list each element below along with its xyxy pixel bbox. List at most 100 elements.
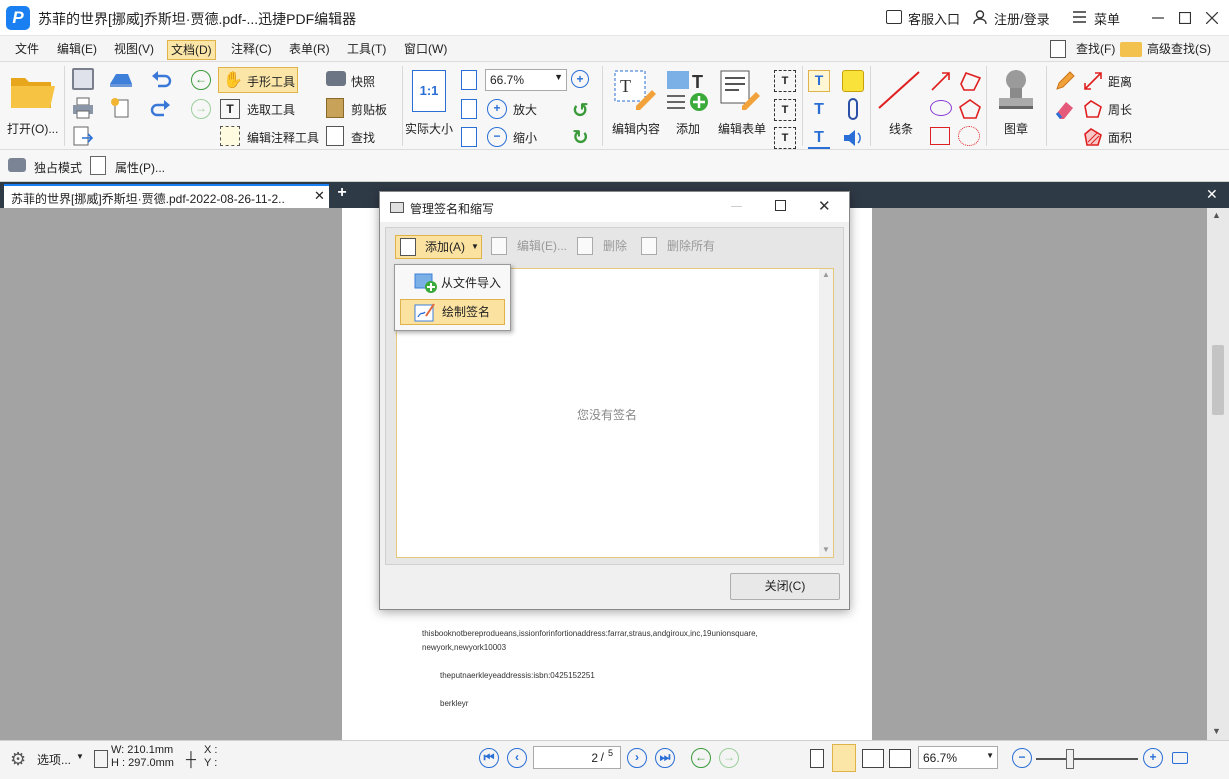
scroll-thumb[interactable] — [1212, 345, 1224, 415]
prev-page-icon[interactable]: ‹ — [507, 748, 527, 768]
back-icon[interactable]: ← — [191, 70, 211, 90]
menu-window[interactable]: 窗口(W) — [402, 40, 449, 60]
status-zoom-out-icon[interactable]: − — [1012, 748, 1032, 768]
delete-signature-button[interactable]: 删除 — [577, 235, 629, 259]
dialog-close-button[interactable]: ✕ — [818, 197, 831, 215]
sound-icon[interactable] — [842, 127, 864, 149]
scroll-down-icon[interactable]: ▼ — [1212, 726, 1221, 736]
actual-size-icon[interactable]: 1:1 — [412, 70, 446, 112]
rotate-right-icon[interactable]: ↻ — [572, 125, 589, 150]
export-icon[interactable] — [72, 126, 94, 148]
typewriter-icon[interactable]: T — [808, 70, 830, 92]
redo-icon[interactable] — [150, 97, 172, 119]
fullscreen-icon[interactable] — [1172, 752, 1188, 764]
print-icon[interactable] — [72, 97, 94, 119]
save-icon[interactable] — [72, 68, 94, 90]
line-button[interactable]: 线条 — [889, 120, 913, 137]
list-scrollbar[interactable]: ▲ ▼ — [819, 269, 833, 557]
undo-icon[interactable] — [150, 68, 172, 90]
options-button[interactable]: 选项... — [37, 751, 71, 768]
zoom-in-icon[interactable]: + — [487, 99, 507, 119]
first-page-icon[interactable]: ⏮ — [479, 748, 499, 768]
close-tab-icon[interactable]: ✕ — [314, 188, 325, 204]
chevron-down-icon[interactable]: ▼ — [76, 752, 84, 761]
folder-search-icon[interactable] — [1120, 42, 1142, 57]
delete-all-signatures-button[interactable]: 删除所有 — [641, 235, 721, 259]
history-forward-icon[interactable]: → — [719, 748, 739, 768]
strikeout-text-icon[interactable]: T — [808, 99, 830, 121]
last-page-icon[interactable]: ⏭ — [655, 748, 675, 768]
select-tool-button[interactable]: 选取工具 — [247, 101, 295, 118]
zoom-combobox[interactable]: 66.7% ▼ — [485, 69, 567, 91]
fit-page-icon[interactable] — [461, 70, 477, 90]
menu-view[interactable]: 视图(V) — [112, 40, 156, 60]
pencil-icon[interactable] — [1054, 70, 1076, 92]
note-icon[interactable] — [842, 70, 864, 92]
open-button[interactable]: 打开(O)... — [7, 120, 58, 137]
perimeter-icon[interactable] — [1082, 98, 1104, 120]
open-folder-icon[interactable] — [10, 72, 55, 112]
distance-icon[interactable] — [1082, 70, 1104, 92]
text-field-icon[interactable]: T — [774, 70, 796, 92]
minimize-button[interactable] — [1145, 6, 1171, 30]
menu-tools[interactable]: 工具(T) — [345, 40, 388, 60]
advanced-find-button[interactable]: 高级查找(S) — [1145, 40, 1213, 60]
continuous-page-icon[interactable] — [832, 744, 856, 772]
underline-text-icon[interactable]: T — [808, 127, 830, 149]
menu-file[interactable]: 文件 — [13, 40, 41, 60]
import-from-file-item[interactable]: 从文件导入 — [400, 271, 505, 297]
single-page-icon[interactable] — [810, 749, 824, 768]
hamburger-icon[interactable] — [1073, 11, 1086, 23]
area-icon[interactable] — [1082, 126, 1104, 148]
login-link[interactable]: 注册/登录 — [994, 9, 1050, 28]
edit-content-icon[interactable]: T — [614, 70, 656, 110]
dialog-close-action-button[interactable]: 关闭(C) — [730, 573, 840, 600]
menu-document[interactable]: 文档(D) — [167, 40, 216, 60]
draw-signature-item[interactable]: 绘制签名 — [400, 299, 505, 325]
scroll-up-icon[interactable]: ▲ — [822, 270, 830, 279]
maximize-button[interactable] — [1172, 6, 1198, 30]
zoom-search-icon[interactable]: + — [571, 70, 589, 88]
document-tab[interactable]: 苏菲的世界[挪威]乔斯坦·贾德.pdf-2022-08-26-11-2.. ✕ — [4, 184, 329, 208]
fit-width-icon[interactable] — [461, 99, 477, 119]
cloud-icon[interactable] — [108, 68, 132, 90]
edit-signature-button[interactable]: 编辑(E)... — [491, 235, 567, 259]
ellipse-icon[interactable] — [930, 100, 952, 116]
close-window-button[interactable] — [1199, 6, 1225, 30]
zoom-in-button[interactable]: 放大 — [513, 101, 537, 118]
stamp-button[interactable]: 图章 — [1004, 120, 1028, 137]
rotate-left-icon[interactable]: ↺ — [572, 98, 589, 123]
new-doc-icon[interactable] — [110, 97, 132, 119]
exclusive-mode-button[interactable]: 独占模式 — [34, 159, 82, 176]
line-icon[interactable] — [877, 70, 920, 110]
scroll-down-icon[interactable]: ▼ — [822, 545, 830, 554]
find-doc-icon[interactable] — [1050, 40, 1066, 58]
edit-annotation-tool-button[interactable]: 编辑注释工具 — [247, 129, 319, 146]
fit-visible-icon[interactable] — [461, 127, 477, 147]
history-back-icon[interactable]: ← — [691, 748, 711, 768]
scroll-up-icon[interactable]: ▲ — [1212, 210, 1221, 220]
rectangle-icon[interactable] — [930, 127, 950, 145]
dialog-minimize-button[interactable] — [731, 206, 742, 207]
new-tab-icon[interactable]: + — [333, 184, 351, 204]
area-button[interactable]: 面积 — [1108, 129, 1132, 146]
next-page-icon[interactable]: › — [627, 748, 647, 768]
edit-form-button[interactable]: 编辑表单 — [718, 120, 766, 137]
user-icon[interactable] — [973, 10, 987, 25]
snapshot-button[interactable]: 快照 — [351, 73, 375, 90]
status-zoom-combobox[interactable]: 66.7% ▼ — [918, 746, 998, 769]
customer-service-link[interactable]: 客服入口 — [908, 9, 960, 28]
forward-icon[interactable]: → — [191, 99, 211, 119]
cloud-shape-icon[interactable] — [958, 126, 980, 146]
add-signature-button[interactable]: 添加(A) ▼ — [395, 235, 482, 259]
properties-button[interactable]: 属性(P)... — [115, 159, 165, 176]
status-zoom-in-icon[interactable]: + — [1143, 748, 1163, 768]
menu-edit[interactable]: 编辑(E) — [55, 40, 99, 60]
text-box-icon[interactable]: T — [774, 99, 796, 121]
clipboard-button[interactable]: 剪贴板 — [351, 101, 387, 118]
polyline-icon[interactable] — [958, 70, 982, 92]
distance-button[interactable]: 距离 — [1108, 73, 1132, 90]
perimeter-button[interactable]: 周长 — [1108, 101, 1132, 118]
find-ribbon-button[interactable]: 查找 — [351, 129, 375, 146]
chat-icon[interactable] — [886, 10, 902, 24]
